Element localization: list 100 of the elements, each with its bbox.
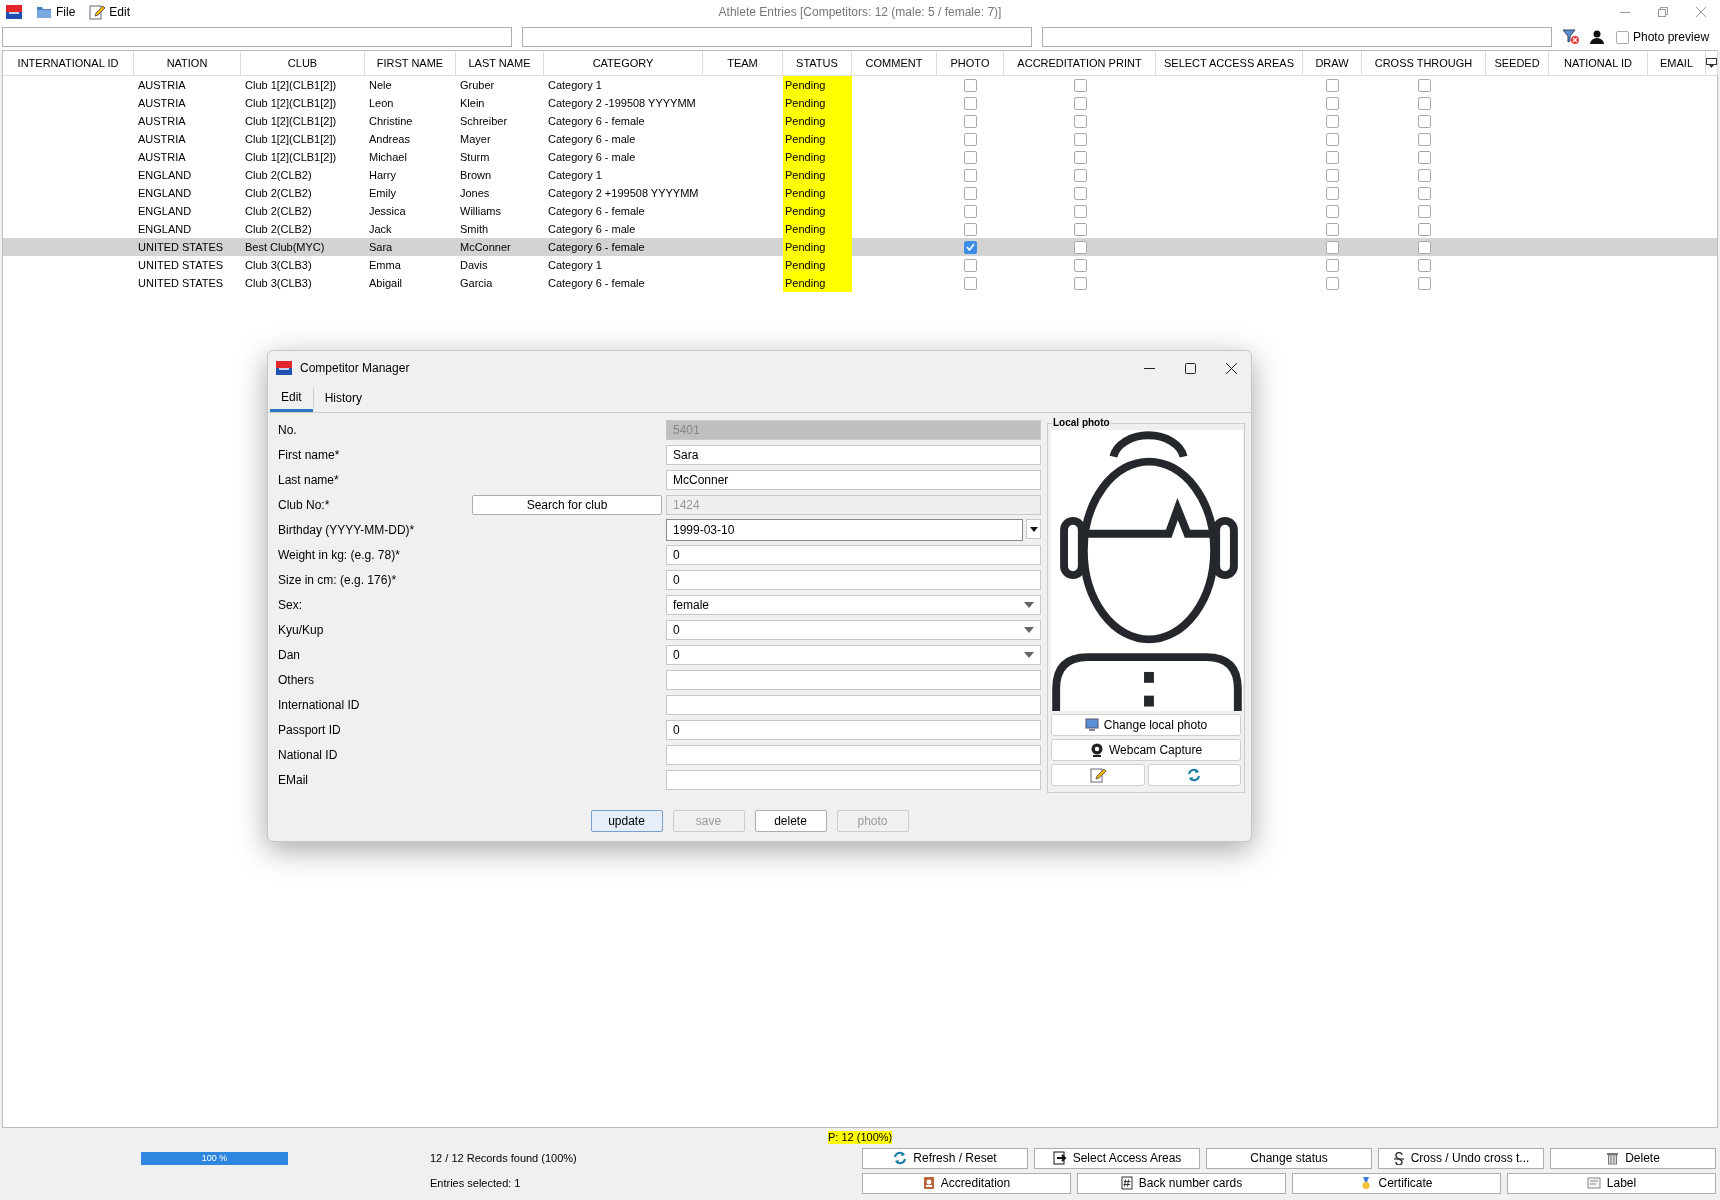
checkbox[interactable] [964, 114, 977, 128]
toolbar-button[interactable]: Accreditation [862, 1172, 1071, 1194]
table-row[interactable]: ENGLAND Club 2(CLB2) Jessica Williams Category 6 - female Pending [3, 202, 1717, 220]
input-field[interactable] [666, 695, 1041, 715]
checkbox[interactable] [1073, 96, 1087, 110]
checkbox[interactable] [1073, 114, 1087, 128]
column-header[interactable]: FIRST NAME [365, 51, 456, 75]
action-button[interactable]: delete [754, 810, 827, 832]
checkbox[interactable] [1417, 258, 1431, 272]
checkbox[interactable] [1616, 30, 1629, 44]
checkbox[interactable] [1417, 132, 1431, 146]
change-photo-button[interactable]: Change local photo [1051, 714, 1241, 737]
table-row[interactable]: ENGLAND Club 2(CLB2) Emily Jones Category 2 +199508 YYYYMM Pending [3, 184, 1717, 202]
checkbox[interactable] [1417, 78, 1431, 92]
table-row[interactable]: AUSTRIA Club 1[2](CLB1[2]) Nele Gruber Category 1 Pending [3, 76, 1717, 94]
checkbox[interactable] [1073, 222, 1087, 236]
column-header[interactable]: CATEGORY [544, 51, 703, 75]
toolbar-button[interactable]: Back number cards [1077, 1172, 1286, 1194]
column-header[interactable]: NATIONAL ID [1549, 51, 1648, 75]
checkbox[interactable] [1073, 78, 1087, 92]
input-field[interactable]: Sara [666, 445, 1041, 465]
filter-field[interactable] [522, 27, 1032, 47]
column-header[interactable]: TEAM [703, 51, 783, 75]
column-header[interactable]: CLUB [241, 51, 365, 75]
input-field[interactable] [666, 745, 1041, 765]
checkbox[interactable] [964, 186, 977, 200]
checkbox[interactable] [1326, 132, 1339, 146]
menu-item[interactable]: File [36, 5, 76, 19]
checkbox[interactable] [1073, 240, 1087, 254]
checkbox[interactable] [964, 150, 977, 164]
dropdown[interactable]: 0 [666, 645, 1041, 665]
checkbox[interactable] [1073, 186, 1087, 200]
toolbar-button[interactable]: Refresh / Reset [862, 1147, 1028, 1169]
toolbar-button[interactable]: Delete [1550, 1147, 1716, 1169]
toolbar-button[interactable]: Change status [1206, 1147, 1372, 1169]
table-row[interactable]: AUSTRIA Club 1[2](CLB1[2]) Christine Schreiber Category 6 - female Pending [3, 112, 1717, 130]
input-field[interactable]: 0 [666, 720, 1041, 740]
checkbox[interactable] [1417, 168, 1431, 182]
checkbox[interactable] [964, 222, 977, 236]
checkbox[interactable] [1073, 168, 1087, 182]
column-header[interactable]: PHOTO [937, 51, 1004, 75]
edit-button[interactable] [1051, 764, 1145, 786]
checkbox[interactable] [1417, 276, 1431, 290]
checkbox[interactable] [964, 168, 977, 182]
checkbox[interactable] [964, 258, 977, 272]
checkbox[interactable] [1417, 96, 1431, 110]
checkbox[interactable] [1417, 186, 1431, 200]
checkbox[interactable] [1326, 186, 1339, 200]
table-row[interactable]: UNITED STATES Club 3(CLB3) Abigail Garcia Category 6 - female Pending [3, 274, 1717, 292]
checkbox[interactable] [964, 276, 977, 290]
column-header[interactable]: SEEDED [1486, 51, 1549, 75]
table-row[interactable]: UNITED STATES Best Club(MYC) Sara McConner Category 6 - female Pending [3, 238, 1717, 256]
checkbox[interactable] [1073, 204, 1087, 218]
input-field[interactable]: 0 [666, 545, 1041, 565]
input-field[interactable]: McConner [666, 470, 1041, 490]
input-field[interactable]: 0 [666, 570, 1041, 590]
toolbar-button[interactable]: Cross / Undo cross t... [1378, 1147, 1544, 1169]
toolbar-button[interactable]: Label [1507, 1172, 1716, 1194]
tab[interactable]: Edit [270, 385, 313, 412]
table-row[interactable]: UNITED STATES Club 3(CLB3) Emma Davis Category 1 Pending [3, 256, 1717, 274]
checkbox[interactable] [1326, 168, 1339, 182]
checkbox[interactable] [964, 204, 977, 218]
action-button[interactable]: update [590, 810, 663, 832]
checkbox[interactable] [964, 240, 977, 254]
column-header[interactable]: COMMENT [852, 51, 937, 75]
toolbar-button[interactable]: Select Access Areas [1034, 1147, 1200, 1169]
checkbox[interactable] [1326, 222, 1339, 236]
checkbox[interactable] [964, 96, 977, 110]
table-row[interactable]: ENGLAND Club 2(CLB2) Harry Brown Category 1 Pending [3, 166, 1717, 184]
checkbox[interactable] [1326, 240, 1339, 254]
column-header[interactable]: LAST NAME [456, 51, 544, 75]
checkbox[interactable] [1326, 276, 1339, 290]
column-header[interactable]: INTERNATIONAL ID [3, 51, 134, 75]
table-row[interactable]: AUSTRIA Club 1[2](CLB1[2]) Andreas Mayer Category 6 - male Pending [3, 130, 1717, 148]
maximize-icon[interactable] [1185, 362, 1196, 374]
webcam-capture-button[interactable]: Webcam Capture [1051, 739, 1241, 761]
tab[interactable]: History [312, 388, 374, 410]
dropdown[interactable]: female [666, 595, 1041, 615]
checkbox[interactable] [1073, 132, 1087, 146]
checkbox[interactable] [1417, 204, 1431, 218]
filter-clear-icon[interactable] [1562, 29, 1580, 45]
dropdown-button[interactable] [1026, 519, 1041, 539]
checkbox[interactable] [1326, 114, 1339, 128]
column-header[interactable]: NATION [134, 51, 241, 75]
close-icon[interactable] [1226, 362, 1237, 374]
filter-field[interactable] [2, 27, 512, 47]
table-row[interactable]: ENGLAND Club 2(CLB2) Jack Smith Category 6 - male Pending [3, 220, 1717, 238]
column-header[interactable]: DRAW [1303, 51, 1362, 75]
menu-item[interactable]: Edit [89, 4, 131, 20]
input-field[interactable] [666, 770, 1041, 790]
dropdown[interactable]: 0 [666, 620, 1041, 640]
column-header[interactable]: CROSS THROUGH [1362, 51, 1486, 75]
checkbox[interactable] [1417, 222, 1431, 236]
checkbox[interactable] [964, 78, 977, 92]
restore-icon[interactable] [1658, 7, 1668, 17]
input-field[interactable] [666, 670, 1041, 690]
table-row[interactable]: AUSTRIA Club 1[2](CLB1[2]) Michael Sturm Category 6 - male Pending [3, 148, 1717, 166]
checkbox[interactable] [1417, 240, 1431, 254]
date-field[interactable]: 1999-03-10 [666, 519, 1023, 541]
checkbox[interactable] [964, 132, 977, 146]
